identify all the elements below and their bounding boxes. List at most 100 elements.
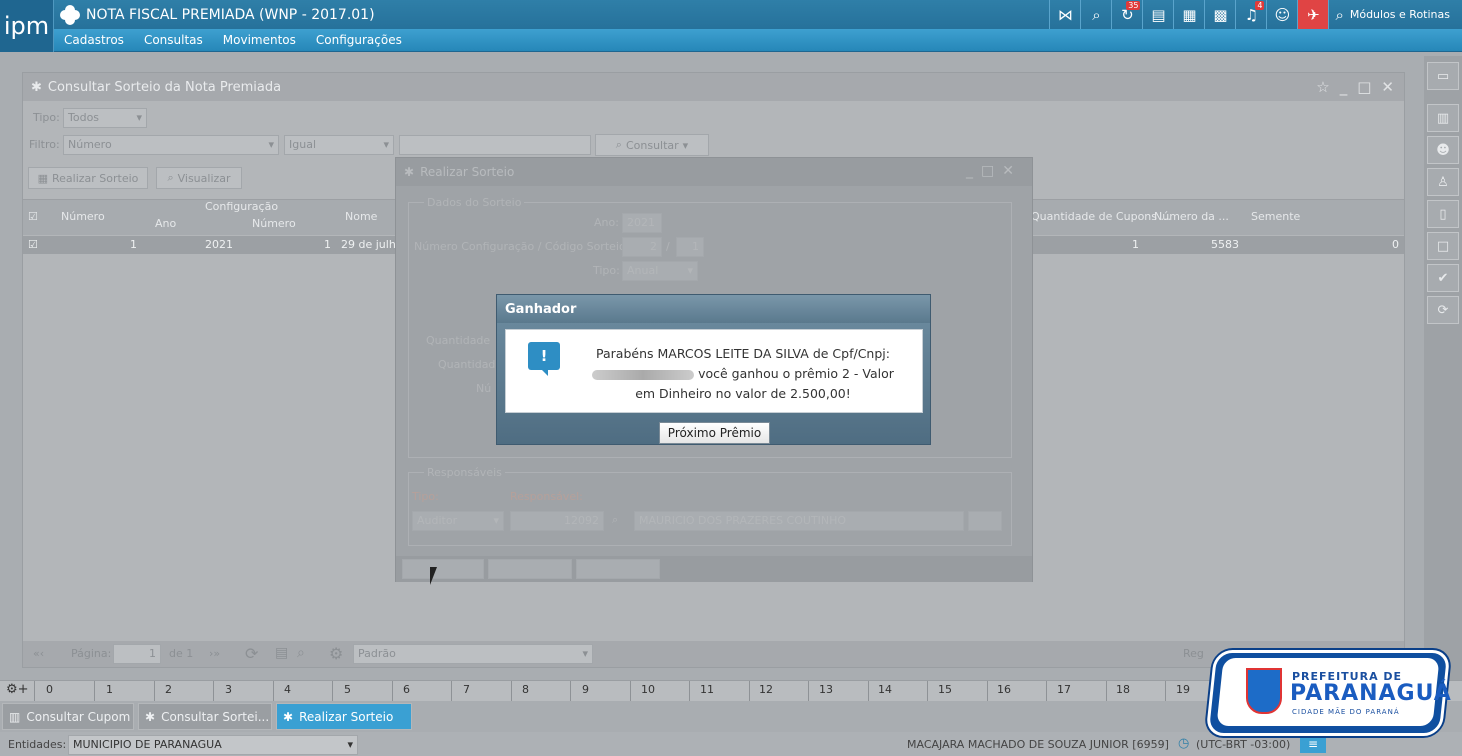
consultar-button[interactable]: ⌕ Consultar ▾ — [595, 134, 709, 156]
num-8[interactable]: 8 — [522, 683, 529, 696]
settings-icon[interactable]: ⚙+ — [6, 682, 29, 697]
menu-configuracoes[interactable]: Configurações — [306, 33, 412, 47]
col-semente[interactable]: Semente — [1251, 210, 1300, 223]
tipo-value: Todos — [68, 111, 100, 124]
users-icon[interactable]: ☻ — [1427, 136, 1459, 164]
row-checkbox[interactable]: ☑ — [28, 238, 40, 251]
num-4[interactable]: 4 — [284, 683, 291, 696]
task-realizar-sorteio[interactable]: ✱ Realizar Sorteio — [276, 703, 412, 730]
check-icon[interactable]: ✔ — [1427, 264, 1459, 292]
filtro-input[interactable] — [399, 135, 591, 155]
zoom-icon[interactable]: ⌕ — [297, 645, 305, 661]
footer-button-3[interactable] — [576, 559, 660, 579]
pagina-input[interactable]: 1 — [113, 644, 161, 664]
quantidade-label-1: Quantidade — [426, 334, 491, 347]
resp-search-icon[interactable]: ⌕ — [612, 513, 618, 527]
num-2[interactable]: 2 — [165, 683, 172, 696]
print-icon[interactable]: ▤ — [1142, 0, 1173, 29]
task-consultar-cupom[interactable]: ▥ Consultar Cupom — [2, 703, 134, 730]
footer-button-2[interactable] — [488, 559, 572, 579]
col-nome[interactable]: Nome — [345, 210, 377, 223]
bell-icon[interactable]: ♫ 4 — [1235, 0, 1266, 29]
menu-movimentos[interactable]: Movimentos — [213, 33, 306, 47]
num-16[interactable]: 16 — [997, 683, 1011, 696]
maximize-icon[interactable]: □ — [1357, 78, 1371, 96]
rocket-icon[interactable]: ✈ — [1297, 0, 1329, 29]
num-5[interactable]: 5 — [344, 683, 351, 696]
timezone: (UTC-BRT -03:00) — [1196, 738, 1291, 751]
num-6[interactable]: 6 — [403, 683, 410, 696]
user-icon[interactable]: ♙ — [1427, 168, 1459, 196]
num-11[interactable]: 11 — [700, 683, 714, 696]
num-14[interactable]: 14 — [878, 683, 892, 696]
calendar-icon[interactable]: ▦ — [1173, 0, 1204, 29]
num-0[interactable]: 0 — [46, 683, 53, 696]
num-10[interactable]: 10 — [641, 683, 655, 696]
settings-icon[interactable]: ⚙ — [329, 644, 343, 663]
first-page-icon[interactable]: «‹ — [33, 647, 44, 660]
document-icon[interactable]: ▯ — [1427, 200, 1459, 228]
print-icon[interactable]: ▤ — [275, 645, 288, 661]
favorite-icon[interactable]: ☆ — [1316, 78, 1329, 96]
select-all-checkbox[interactable]: ☑ — [28, 210, 38, 223]
share-icon[interactable]: ⋈ — [1049, 0, 1080, 29]
minimize-icon[interactable]: _ — [1340, 78, 1348, 96]
tipo-select[interactable]: Todos ▾ — [63, 108, 147, 128]
search-doc-icon[interactable]: ⌕ — [1080, 0, 1111, 29]
operador-select[interactable]: Igual ▾ — [284, 135, 394, 155]
window-titlebar: ✱ Consultar Sorteio da Nota Premiada — [23, 73, 1404, 101]
resp-tipo-select[interactable]: Auditor ▾ — [412, 511, 504, 531]
message-line-2: você ganhou o prêmio 2 - Valor — [698, 366, 894, 381]
sync-icon[interactable]: ↻ 35 — [1111, 0, 1142, 29]
realizar-window-controls[interactable]: _□✕ — [966, 163, 1022, 179]
ipm-logo[interactable]: ipm — [0, 0, 54, 52]
realizar-titlebar: ✱ Realizar Sorteio _□✕ — [396, 158, 1032, 186]
num-17[interactable]: 17 — [1057, 683, 1071, 696]
resp-menu-button[interactable] — [968, 511, 1002, 531]
resp-codigo-field[interactable]: 12092 — [510, 511, 604, 531]
config-field-1[interactable]: 2 — [622, 237, 662, 257]
table-icon: ▥ — [9, 709, 21, 724]
col-ano[interactable]: Ano — [155, 217, 176, 230]
next-page-icon[interactable]: ›» — [209, 647, 220, 660]
config-field-2[interactable]: 1 — [676, 237, 704, 257]
tipo-select[interactable]: Anual ▾ — [622, 261, 698, 281]
entidade-select[interactable]: MUNICIPIO DE PARANAGUA ▾ — [68, 735, 358, 755]
footer-button-1[interactable] — [402, 559, 484, 579]
menu-cadastros[interactable]: Cadastros — [54, 33, 134, 47]
task-consultar-sorteio[interactable]: ✱ Consultar Sortei... — [138, 703, 272, 730]
window-icon[interactable]: □ — [1427, 232, 1459, 260]
redacted-cpf — [592, 369, 695, 380]
col-numero[interactable]: Número — [61, 210, 105, 223]
refresh-icon[interactable]: ⟳ — [1427, 296, 1459, 324]
apps-grid-icon[interactable]: ▩ — [1204, 0, 1235, 29]
num-19[interactable]: 19 — [1176, 683, 1190, 696]
num-1[interactable]: 1 — [106, 683, 113, 696]
num-9[interactable]: 9 — [582, 683, 589, 696]
refresh-icon[interactable]: ⟳ — [245, 644, 258, 663]
close-icon[interactable]: ✕ — [1381, 78, 1394, 96]
num-15[interactable]: 15 — [938, 683, 952, 696]
col-numero-config[interactable]: Número — [252, 217, 296, 230]
layout-select[interactable]: Padrão ▾ — [353, 644, 593, 664]
report-icon[interactable]: ▥ — [1427, 104, 1459, 132]
num-7[interactable]: 7 — [463, 683, 470, 696]
visualizar-button[interactable]: ⌕ Visualizar — [156, 167, 242, 189]
chat-icon[interactable]: ▭ — [1427, 62, 1459, 90]
proximo-premio-button[interactable]: Próximo Prêmio — [659, 422, 770, 444]
num-12[interactable]: 12 — [759, 683, 773, 696]
chevron-down-icon: ▾ — [682, 138, 689, 152]
dialog-message: Parabéns MARCOS LEITE DA SILVA de Cpf/Cn… — [572, 344, 914, 404]
realizar-sorteio-button[interactable]: ▦ Realizar Sorteio — [28, 167, 148, 189]
filtro-select[interactable]: Número ▾ — [63, 135, 279, 155]
modules-search[interactable]: ⌕ Módulos e Rotinas — [1328, 0, 1462, 29]
col-qtd-cupons[interactable]: Quantidade de Cupons ... — [1031, 210, 1171, 223]
num-13[interactable]: 13 — [819, 683, 833, 696]
notes-icon[interactable]: ≡ — [1300, 735, 1326, 753]
support-icon[interactable]: ☺ — [1266, 0, 1297, 29]
num-18[interactable]: 18 — [1116, 683, 1130, 696]
col-numero-da[interactable]: Número da ... — [1154, 210, 1229, 223]
menu-consultas[interactable]: Consultas — [134, 33, 213, 47]
ano-field[interactable]: 2021 — [622, 213, 662, 233]
num-3[interactable]: 3 — [225, 683, 232, 696]
